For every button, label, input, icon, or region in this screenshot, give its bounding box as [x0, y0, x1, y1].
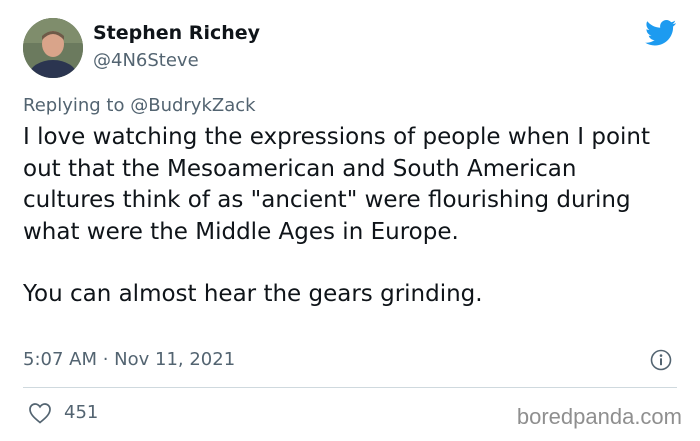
- info-icon[interactable]: [650, 349, 672, 371]
- replying-to: Replying to @BudrykZack: [23, 95, 256, 116]
- author-name[interactable]: Stephen Richey: [93, 22, 260, 44]
- reply-mention-link[interactable]: @BudrykZack: [130, 95, 255, 116]
- tweet-timestamp[interactable]: 5:07 AM · Nov 11, 2021: [23, 349, 235, 370]
- tweet-card: Stephen Richey @4N6Steve Replying to @Bu…: [0, 0, 700, 441]
- like-count: 451: [64, 402, 99, 423]
- watermark: boredpanda.com: [516, 404, 682, 429]
- replying-prefix: Replying to: [23, 95, 125, 116]
- tweet-paragraph: You can almost hear the gears grinding.: [23, 281, 483, 307]
- divider: [23, 387, 677, 388]
- author-handle[interactable]: @4N6Steve: [93, 50, 199, 71]
- tweet-text: I love watching the expressions of peopl…: [23, 122, 663, 311]
- heart-icon[interactable]: [28, 402, 52, 424]
- twitter-bird-icon[interactable]: [645, 20, 677, 46]
- avatar[interactable]: [23, 18, 83, 78]
- tweet-paragraph: I love watching the expressions of peopl…: [23, 124, 650, 245]
